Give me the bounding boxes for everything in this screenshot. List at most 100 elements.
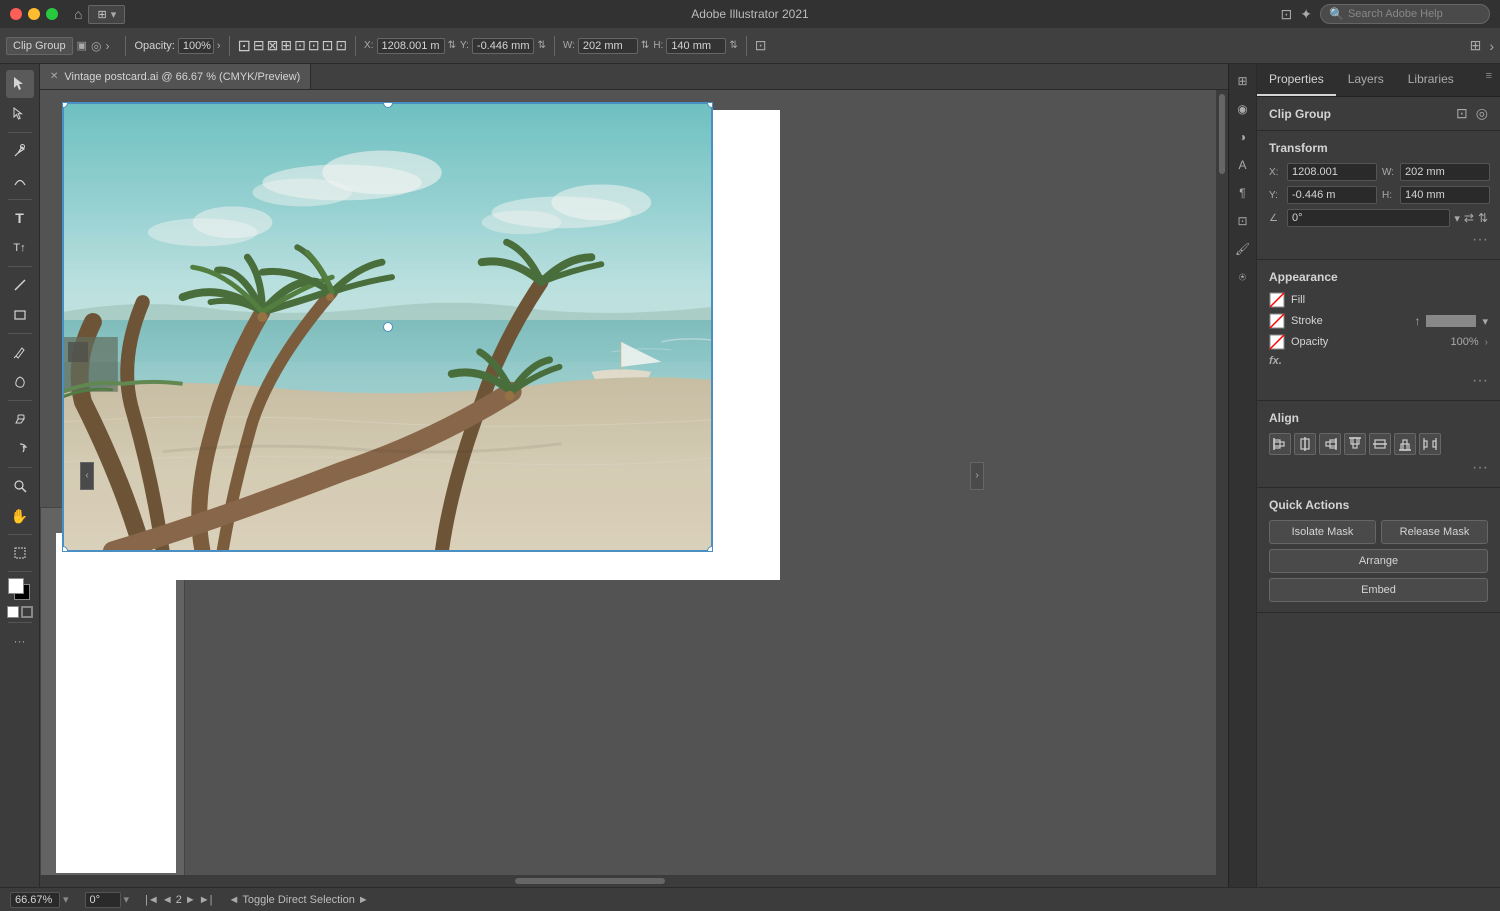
x-stepper[interactable]: ⇅	[448, 40, 456, 51]
flip-v-btn[interactable]: ⇅	[1478, 211, 1488, 225]
stroke-dropdown[interactable]: ▾	[1482, 315, 1488, 328]
hand-tool[interactable]: ✋	[6, 502, 34, 530]
align-top-edge-btn[interactable]	[1344, 433, 1366, 455]
flip-h-btn[interactable]: ⇄	[1464, 211, 1474, 225]
touch-type-tool[interactable]: T↑	[6, 234, 34, 262]
home-icon[interactable]: ⌂	[74, 6, 82, 22]
breadcrumb-label[interactable]: Clip Group	[6, 37, 73, 55]
handle-bottom-right[interactable]	[707, 546, 713, 552]
x-transform-input[interactable]	[1287, 163, 1377, 181]
selection-tool[interactable]	[6, 70, 34, 98]
right-panel-collapse[interactable]: ›	[970, 462, 984, 490]
zoom-input[interactable]	[10, 892, 60, 908]
direct-selection-tool[interactable]	[6, 100, 34, 128]
eraser-tool[interactable]	[6, 405, 34, 433]
align-tool-icon[interactable]: ⊡	[238, 36, 251, 56]
angle-dropdown[interactable]: ▾	[1454, 212, 1460, 225]
paragraph-icon[interactable]: ¶	[1232, 182, 1254, 204]
stroke-color-swatch[interactable]	[1426, 315, 1476, 327]
nav-next-btn[interactable]: ►	[185, 894, 196, 906]
fx-label[interactable]: fx.	[1269, 355, 1282, 367]
w-transform-input[interactable]	[1400, 163, 1490, 181]
tab-close-icon[interactable]: ✕	[50, 71, 58, 82]
tab-properties[interactable]: Properties	[1257, 64, 1336, 96]
align-btn-5[interactable]: ⊡	[308, 37, 320, 54]
stroke-up-arrow[interactable]: ↑	[1414, 314, 1420, 328]
y-transform-input[interactable]	[1287, 186, 1377, 204]
minimize-button[interactable]	[28, 8, 40, 20]
search-bar[interactable]: 🔍 Search Adobe Help	[1320, 4, 1490, 24]
discovery-icon[interactable]: ✦	[1300, 6, 1312, 23]
arrange-panels-icon[interactable]: ⊞	[1470, 37, 1482, 54]
align-bottom-edge-btn[interactable]	[1394, 433, 1416, 455]
transform-more[interactable]: ···	[1269, 231, 1488, 249]
y-value[interactable]: -0.446 mm	[472, 38, 535, 54]
opacity-appear-value[interactable]: 100%	[1451, 336, 1479, 348]
align-btn-4[interactable]: ⊡	[294, 37, 306, 54]
libraries-icon[interactable]: ⊡	[1232, 210, 1254, 232]
window-mode-icon[interactable]: ⊡	[1281, 6, 1293, 23]
left-panel-collapse[interactable]: ‹	[80, 462, 94, 490]
expand-panel-icon[interactable]: ›	[1489, 38, 1494, 54]
align-btn-2[interactable]: ⊠	[267, 37, 279, 54]
angle-status-input[interactable]	[85, 892, 121, 908]
rect-tool[interactable]	[6, 301, 34, 329]
type-panel-icon[interactable]: A	[1232, 154, 1254, 176]
h-transform-input[interactable]	[1400, 186, 1490, 204]
angle-input[interactable]	[1287, 209, 1450, 227]
line-tool[interactable]	[6, 271, 34, 299]
pen-tool[interactable]	[6, 137, 34, 165]
y-stepper[interactable]: ⇅	[537, 40, 545, 51]
release-mask-button[interactable]: Release Mask	[1381, 520, 1488, 544]
fill-color-btn[interactable]	[7, 606, 19, 618]
align-center-v-btn[interactable]	[1369, 433, 1391, 455]
nav-last-btn[interactable]: ►|	[199, 894, 213, 906]
transform-options-icon[interactable]: ⊡	[755, 37, 767, 54]
align-btn-1[interactable]: ⊟	[253, 37, 265, 54]
h-value[interactable]: 140 mm	[666, 38, 726, 54]
embed-button[interactable]: Embed	[1269, 578, 1488, 602]
align-right-edge-btn[interactable]	[1319, 433, 1341, 455]
blob-brush-tool[interactable]	[6, 368, 34, 396]
align-btn-6[interactable]: ⊡	[322, 37, 334, 54]
align-left-edge-btn[interactable]	[1269, 433, 1291, 455]
zoom-tool[interactable]	[6, 472, 34, 500]
align-btn-7[interactable]: ⊡	[335, 37, 347, 54]
w-stepper[interactable]: ⇅	[641, 40, 649, 51]
handle-center[interactable]	[383, 322, 393, 332]
nav-first-btn[interactable]: |◄	[145, 894, 159, 906]
rotate-tool[interactable]	[6, 435, 34, 463]
arrange-button[interactable]: Arrange	[1269, 549, 1488, 573]
opacity-arrow[interactable]: ›	[217, 40, 221, 52]
more-tools[interactable]: ···	[6, 627, 34, 655]
appearance-more[interactable]: ···	[1269, 372, 1488, 390]
align-more[interactable]: ···	[1269, 459, 1488, 477]
distribute-h-btn[interactable]	[1419, 433, 1441, 455]
vertical-scrollbar[interactable]	[1216, 90, 1228, 875]
horizontal-scrollbar[interactable]	[40, 875, 1228, 887]
zoom-arrow[interactable]: ▾	[63, 893, 69, 906]
breadcrumb-more[interactable]: ›	[105, 39, 109, 53]
opacity-input[interactable]: 100%	[178, 38, 214, 54]
image-clip-group[interactable]	[62, 102, 713, 552]
isolate-mask-button[interactable]: Isolate Mask	[1269, 520, 1376, 544]
gradient-icon[interactable]: ◑	[1232, 126, 1254, 148]
maximize-button[interactable]	[46, 8, 58, 20]
panel-options[interactable]: ≡	[1478, 64, 1500, 96]
pencil-tool[interactable]	[6, 338, 34, 366]
window-controls[interactable]	[0, 8, 58, 20]
type-tool[interactable]: T	[6, 204, 34, 232]
x-value[interactable]: 1208.001 m	[377, 38, 445, 54]
properties-icon[interactable]: ⊞	[1232, 70, 1254, 92]
artboard-tool[interactable]	[6, 539, 34, 567]
panel-header-icon-2[interactable]: ◎	[1476, 105, 1488, 122]
h-stepper[interactable]: ⇅	[729, 40, 737, 51]
no-fill-btn[interactable]	[21, 606, 33, 618]
align-center-h-btn[interactable]	[1294, 433, 1316, 455]
tab-libraries[interactable]: Libraries	[1396, 64, 1466, 96]
close-button[interactable]	[10, 8, 22, 20]
tab-layers[interactable]: Layers	[1336, 64, 1396, 96]
appearance-panel-icon[interactable]: ◉	[1232, 98, 1254, 120]
w-value[interactable]: 202 mm	[578, 38, 638, 54]
curvature-tool[interactable]	[6, 167, 34, 195]
